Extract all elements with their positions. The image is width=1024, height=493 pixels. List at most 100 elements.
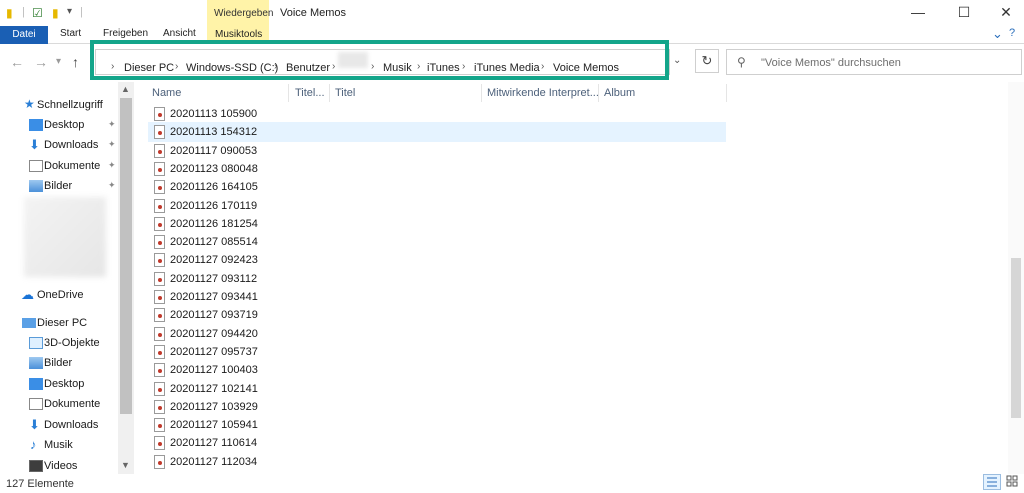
- scrollbar-thumb[interactable]: [120, 98, 132, 414]
- crumb-separator[interactable]: ›: [274, 61, 277, 72]
- column-divider[interactable]: [726, 84, 727, 102]
- file-row[interactable]: 20201127 093441: [148, 287, 726, 307]
- file-row[interactable]: 20201127 105941: [148, 415, 726, 435]
- pin-icon[interactable]: ✦: [108, 139, 116, 150]
- file-row[interactable]: 20201127 112034: [148, 452, 726, 472]
- audio-file-icon: [154, 326, 165, 341]
- search-box[interactable]: ⚲ "Voice Memos" durchsuchen: [726, 49, 1022, 75]
- file-row[interactable]: 20201123 080048: [148, 159, 726, 179]
- file-row[interactable]: 20201127 093719: [148, 305, 726, 325]
- file-row[interactable]: 20201126 164105: [148, 177, 726, 197]
- help-icon[interactable]: ?: [1009, 27, 1015, 39]
- tab-start[interactable]: Start: [60, 28, 81, 39]
- pin-icon[interactable]: ✦: [108, 160, 116, 171]
- scroll-up-icon[interactable]: ▲: [121, 84, 130, 94]
- download-arrow-icon: ⬇: [29, 417, 40, 432]
- column-divider[interactable]: [329, 84, 330, 102]
- audio-file-icon: [154, 143, 165, 158]
- nav-label: Schnellzugriff: [37, 99, 103, 111]
- tab-file[interactable]: Datei: [0, 26, 48, 44]
- nav-pane-scrollbar[interactable]: ▲ ▼: [118, 82, 134, 474]
- audio-file-icon: [154, 290, 165, 304]
- nav-item-documents[interactable]: Dokumente ✦: [0, 158, 118, 176]
- context-tab-playback[interactable]: Wiedergeben: [207, 0, 273, 26]
- crumb-this-pc[interactable]: Dieser PC: [124, 62, 174, 74]
- crumb-separator[interactable]: ›: [541, 61, 544, 72]
- nav-label: Desktop: [44, 119, 85, 131]
- column-divider[interactable]: [598, 84, 599, 102]
- nav-label: Musik: [44, 439, 73, 451]
- file-name: 20201123 080048: [170, 162, 258, 175]
- file-name: 20201117 090053: [170, 144, 258, 157]
- crumb-music[interactable]: Musik: [383, 62, 412, 74]
- properties-icon[interactable]: ☑: [32, 6, 43, 20]
- scrollbar-thumb[interactable]: [1011, 258, 1021, 418]
- crumb-itunes[interactable]: iTunes: [427, 62, 460, 74]
- recent-locations-icon[interactable]: ▾: [56, 56, 61, 67]
- address-dropdown-icon[interactable]: ⌄: [673, 55, 681, 66]
- close-button[interactable]: ✕: [984, 0, 1024, 26]
- address-bar[interactable]: › Dieser PC › Windows-SSD (C:) › Benutze…: [95, 49, 670, 75]
- nav-item-pictures[interactable]: Bilder ✦: [0, 178, 118, 196]
- crumb-separator[interactable]: ›: [462, 61, 465, 72]
- nav-label: Bilder: [44, 357, 73, 369]
- column-divider[interactable]: [288, 84, 289, 102]
- file-row[interactable]: 20201127 085514: [148, 232, 726, 252]
- crumb-separator[interactable]: ›: [371, 61, 374, 72]
- file-row[interactable]: 20201127 103929: [148, 397, 726, 417]
- crumb-separator[interactable]: ›: [417, 61, 420, 72]
- nav-label: Downloads: [44, 419, 99, 431]
- file-row[interactable]: 20201126 181254: [148, 214, 726, 234]
- file-row[interactable]: 20201127 092423: [148, 250, 726, 270]
- tab-view[interactable]: Ansicht: [163, 28, 196, 39]
- crumb-users[interactable]: Benutzer: [286, 62, 330, 74]
- file-row[interactable]: 20201127 094420: [148, 324, 726, 344]
- customize-quick-access-icon[interactable]: ▾: [67, 6, 72, 17]
- expand-ribbon-icon[interactable]: ⌄: [992, 26, 1003, 42]
- crumb-itunes-media[interactable]: iTunes Media: [474, 62, 540, 74]
- folder-icon[interactable]: ▮: [6, 6, 13, 20]
- column-divider[interactable]: [481, 84, 482, 102]
- up-arrow-icon[interactable]: ↑: [72, 54, 79, 70]
- file-list-scrollbar[interactable]: [1008, 82, 1024, 474]
- file-row[interactable]: 20201113 105900: [148, 104, 726, 124]
- file-row[interactable]: 20201127 102141: [148, 379, 726, 399]
- file-row[interactable]: 20201127 110614: [148, 433, 726, 453]
- details-view-icon: [987, 477, 997, 487]
- pin-icon[interactable]: ✦: [108, 119, 116, 130]
- large-icons-view-button[interactable]: [1004, 474, 1022, 490]
- tab-music-tools[interactable]: Musiktools: [207, 26, 269, 44]
- minimize-button[interactable]: —: [896, 0, 940, 26]
- file-name: 20201127 092423: [170, 254, 258, 267]
- file-row[interactable]: 20201127 093112: [148, 269, 726, 289]
- file-name: 20201127 100403: [170, 364, 258, 377]
- new-folder-icon[interactable]: ▮: [52, 6, 59, 20]
- file-name: 20201127 110614: [170, 437, 258, 450]
- details-view-button[interactable]: [983, 474, 1001, 490]
- crumb-drive[interactable]: Windows-SSD (C:): [186, 62, 278, 74]
- crumb-separator[interactable]: ›: [175, 61, 178, 72]
- tab-share[interactable]: Freigeben: [103, 28, 148, 39]
- scroll-down-icon[interactable]: ▼: [121, 460, 130, 470]
- status-bar: 127 Elemente: [0, 474, 1024, 493]
- file-row[interactable]: 20201126 170119: [148, 196, 726, 216]
- file-row[interactable]: 20201117 090053: [148, 141, 726, 161]
- audio-file-icon: [154, 253, 165, 268]
- file-row[interactable]: 20201127 100403: [148, 360, 726, 380]
- file-row[interactable]: 20201113 154312: [148, 122, 726, 143]
- file-name: 20201127 102141: [170, 382, 258, 395]
- crumb-separator[interactable]: ›: [332, 61, 335, 72]
- pin-icon[interactable]: ✦: [108, 180, 116, 191]
- refresh-button[interactable]: ↻: [695, 49, 719, 73]
- maximize-button[interactable]: ☐: [942, 0, 986, 26]
- nav-item-downloads[interactable]: ⬇ Downloads ✦: [0, 137, 118, 155]
- audio-file-icon: [154, 198, 165, 213]
- nav-label: OneDrive: [37, 289, 84, 301]
- crumb-voice-memos[interactable]: Voice Memos: [553, 62, 619, 74]
- back-arrow-icon[interactable]: ←: [10, 54, 24, 70]
- large-icons-view-icon: [1006, 475, 1018, 487]
- file-row[interactable]: 20201127 095737: [148, 342, 726, 362]
- forward-arrow-icon[interactable]: →: [34, 54, 48, 70]
- nav-item-desktop[interactable]: Desktop ✦: [0, 117, 118, 135]
- nav-label: Desktop: [44, 378, 85, 390]
